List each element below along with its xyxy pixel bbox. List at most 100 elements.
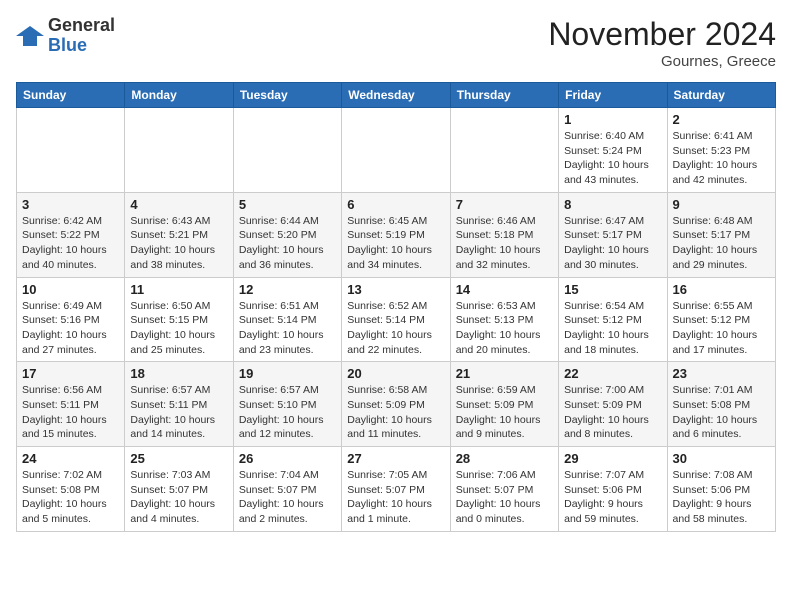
day-number: 4 xyxy=(130,197,227,212)
day-number: 6 xyxy=(347,197,444,212)
calendar-cell: 19Sunrise: 6:57 AM Sunset: 5:10 PM Dayli… xyxy=(233,362,341,447)
calendar-cell: 25Sunrise: 7:03 AM Sunset: 5:07 PM Dayli… xyxy=(125,447,233,532)
calendar-cell: 17 Sunrise: 6:56 AM Sunset: 5:11 PM Dayli… xyxy=(17,362,125,447)
day-number: 12 xyxy=(239,282,336,297)
day-number: 19 xyxy=(239,366,336,381)
day-info: Sunrise: 6:42 AM Sunset: 5:22 PM Dayligh… xyxy=(22,214,119,273)
day-number: 15 xyxy=(564,282,661,297)
weekday-header: Friday xyxy=(559,83,667,108)
day-info: Sunrise: 7:07 AM Sunset: 5:06 PM Dayligh… xyxy=(564,468,661,527)
title-block: November 2024 Gournes, Greece xyxy=(548,16,776,70)
day-info: Sunrise: 6:55 AM Sunset: 5:12 PM Dayligh… xyxy=(673,299,770,358)
weekday-header: Wednesday xyxy=(342,83,450,108)
calendar-cell: 30 Sunrise: 7:08 AM Sunset: 5:06 PM Dayli… xyxy=(667,447,775,532)
calendar-week-row: 17 Sunrise: 6:56 AM Sunset: 5:11 PM Dayli… xyxy=(17,362,776,447)
calendar-table: SundayMondayTuesdayWednesdayThursdayFrid… xyxy=(16,82,776,532)
calendar-cell: 21 Sunrise: 6:59 AM Sunset: 5:09 PM Dayli… xyxy=(450,362,558,447)
day-number: 22 xyxy=(564,366,661,381)
logo-icon xyxy=(16,22,44,50)
day-number: 3 xyxy=(22,197,119,212)
day-number: 16 xyxy=(673,282,770,297)
day-info: Sunrise: 6:47 AM Sunset: 5:17 PM Dayligh… xyxy=(564,214,661,273)
calendar-cell: 2 Sunrise: 6:41 AM Sunset: 5:23 PM Daylig… xyxy=(667,108,775,193)
day-info: Sunrise: 6:50 AM Sunset: 5:15 PM Dayligh… xyxy=(130,299,227,358)
day-number: 17 xyxy=(22,366,119,381)
day-info: Sunrise: 6:56 AM Sunset: 5:11 PM Dayligh… xyxy=(22,383,119,442)
day-info: Sunrise: 6:45 AM Sunset: 5:19 PM Dayligh… xyxy=(347,214,444,273)
day-number: 21 xyxy=(456,366,553,381)
day-number: 10 xyxy=(22,282,119,297)
calendar-cell: 29 Sunrise: 7:07 AM Sunset: 5:06 PM Dayli… xyxy=(559,447,667,532)
day-number: 23 xyxy=(673,366,770,381)
day-info: Sunrise: 7:02 AM Sunset: 5:08 PM Dayligh… xyxy=(22,468,119,527)
day-number: 29 xyxy=(564,451,661,466)
calendar-week-row: 10 Sunrise: 6:49 AM Sunset: 5:16 PM Dayli… xyxy=(17,277,776,362)
calendar-cell: 7Sunrise: 6:46 AM Sunset: 5:18 PM Daylig… xyxy=(450,192,558,277)
day-info: Sunrise: 7:05 AM Sunset: 5:07 PM Dayligh… xyxy=(347,468,444,527)
calendar-cell: 13 Sunrise: 6:52 AM Sunset: 5:14 PM Dayli… xyxy=(342,277,450,362)
calendar-week-row: 1Sunrise: 6:40 AM Sunset: 5:24 PM Daylig… xyxy=(17,108,776,193)
calendar-cell: 24 Sunrise: 7:02 AM Sunset: 5:08 PM Dayli… xyxy=(17,447,125,532)
calendar-cell: 4 Sunrise: 6:43 AM Sunset: 5:21 PM Daylig… xyxy=(125,192,233,277)
weekday-header: Thursday xyxy=(450,83,558,108)
day-info: Sunrise: 6:41 AM Sunset: 5:23 PM Dayligh… xyxy=(673,129,770,188)
day-info: Sunrise: 6:48 AM Sunset: 5:17 PM Dayligh… xyxy=(673,214,770,273)
day-info: Sunrise: 7:01 AM Sunset: 5:08 PM Dayligh… xyxy=(673,383,770,442)
day-number: 27 xyxy=(347,451,444,466)
day-number: 30 xyxy=(673,451,770,466)
logo-general-text: General xyxy=(48,15,115,35)
day-number: 28 xyxy=(456,451,553,466)
day-info: Sunrise: 6:43 AM Sunset: 5:21 PM Dayligh… xyxy=(130,214,227,273)
day-number: 26 xyxy=(239,451,336,466)
day-info: Sunrise: 6:52 AM Sunset: 5:14 PM Dayligh… xyxy=(347,299,444,358)
day-number: 25 xyxy=(130,451,227,466)
day-number: 14 xyxy=(456,282,553,297)
calendar-week-row: 3 Sunrise: 6:42 AM Sunset: 5:22 PM Daylig… xyxy=(17,192,776,277)
calendar-week-row: 24 Sunrise: 7:02 AM Sunset: 5:08 PM Dayli… xyxy=(17,447,776,532)
calendar-cell: 3 Sunrise: 6:42 AM Sunset: 5:22 PM Daylig… xyxy=(17,192,125,277)
calendar-cell: 10 Sunrise: 6:49 AM Sunset: 5:16 PM Dayli… xyxy=(17,277,125,362)
calendar-cell: 8 Sunrise: 6:47 AM Sunset: 5:17 PM Daylig… xyxy=(559,192,667,277)
calendar-cell: 14 Sunrise: 6:53 AM Sunset: 5:13 PM Dayli… xyxy=(450,277,558,362)
calendar-cell: 26 Sunrise: 7:04 AM Sunset: 5:07 PM Dayli… xyxy=(233,447,341,532)
calendar-cell: 22 Sunrise: 7:00 AM Sunset: 5:09 PM Dayli… xyxy=(559,362,667,447)
day-number: 8 xyxy=(564,197,661,212)
calendar-cell: 5Sunrise: 6:44 AM Sunset: 5:20 PM Daylig… xyxy=(233,192,341,277)
location-text: Gournes, Greece xyxy=(548,53,776,70)
day-info: Sunrise: 6:49 AM Sunset: 5:16 PM Dayligh… xyxy=(22,299,119,358)
day-number: 20 xyxy=(347,366,444,381)
calendar-cell: 11Sunrise: 6:50 AM Sunset: 5:15 PM Dayli… xyxy=(125,277,233,362)
day-info: Sunrise: 6:51 AM Sunset: 5:14 PM Dayligh… xyxy=(239,299,336,358)
calendar-cell xyxy=(342,108,450,193)
day-info: Sunrise: 6:54 AM Sunset: 5:12 PM Dayligh… xyxy=(564,299,661,358)
day-number: 2 xyxy=(673,112,770,127)
day-info: Sunrise: 6:58 AM Sunset: 5:09 PM Dayligh… xyxy=(347,383,444,442)
day-info: Sunrise: 6:53 AM Sunset: 5:13 PM Dayligh… xyxy=(456,299,553,358)
day-number: 7 xyxy=(456,197,553,212)
weekday-header: Sunday xyxy=(17,83,125,108)
calendar-cell: 20 Sunrise: 6:58 AM Sunset: 5:09 PM Dayli… xyxy=(342,362,450,447)
calendar-cell xyxy=(17,108,125,193)
calendar-cell: 27 Sunrise: 7:05 AM Sunset: 5:07 PM Dayli… xyxy=(342,447,450,532)
day-number: 5 xyxy=(239,197,336,212)
day-number: 24 xyxy=(22,451,119,466)
calendar-cell: 16 Sunrise: 6:55 AM Sunset: 5:12 PM Dayli… xyxy=(667,277,775,362)
weekday-header: Monday xyxy=(125,83,233,108)
calendar-cell: 28 Sunrise: 7:06 AM Sunset: 5:07 PM Dayli… xyxy=(450,447,558,532)
day-info: Sunrise: 7:00 AM Sunset: 5:09 PM Dayligh… xyxy=(564,383,661,442)
day-info: Sunrise: 7:06 AM Sunset: 5:07 PM Dayligh… xyxy=(456,468,553,527)
month-title: November 2024 xyxy=(548,16,776,53)
day-number: 18 xyxy=(130,366,227,381)
day-info: Sunrise: 6:59 AM Sunset: 5:09 PM Dayligh… xyxy=(456,383,553,442)
logo: General Blue xyxy=(16,16,115,56)
day-info: Sunrise: 7:08 AM Sunset: 5:06 PM Dayligh… xyxy=(673,468,770,527)
logo-blue-text: Blue xyxy=(48,35,87,55)
day-number: 9 xyxy=(673,197,770,212)
day-info: Sunrise: 7:04 AM Sunset: 5:07 PM Dayligh… xyxy=(239,468,336,527)
calendar-cell: 12 Sunrise: 6:51 AM Sunset: 5:14 PM Dayli… xyxy=(233,277,341,362)
calendar-cell: 1Sunrise: 6:40 AM Sunset: 5:24 PM Daylig… xyxy=(559,108,667,193)
calendar-cell xyxy=(450,108,558,193)
day-number: 13 xyxy=(347,282,444,297)
page-header: General Blue November 2024 Gournes, Gree… xyxy=(16,16,776,70)
weekday-header: Tuesday xyxy=(233,83,341,108)
